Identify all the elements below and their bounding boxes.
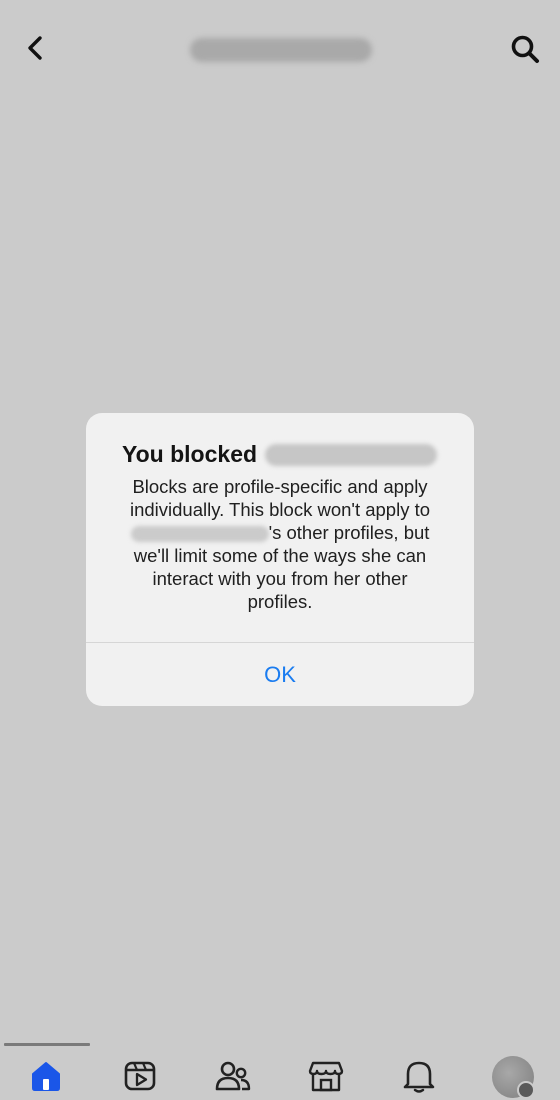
home-icon [32, 1062, 60, 1091]
dialog-title: You blocked [122, 441, 438, 468]
dialog-message-line: individually. This block won't apply to [129, 499, 431, 520]
dialog-message-line: we'll limit some of the ways she can [133, 545, 427, 566]
blocked-user-name-redacted [265, 443, 438, 466]
marketplace-icon [308, 1061, 344, 1092]
ok-button[interactable]: OK [86, 643, 474, 706]
back-button[interactable] [18, 30, 54, 66]
dialog-message: Blocks are profile-specific and apply in… [108, 475, 452, 613]
nav-notifications[interactable] [399, 1056, 439, 1096]
friends-icon [215, 1061, 251, 1091]
nav-marketplace[interactable] [306, 1056, 346, 1096]
nav-home[interactable] [26, 1056, 66, 1096]
search-icon [511, 35, 539, 63]
menu-badge-icon [517, 1081, 535, 1099]
dialog-message-line: interact with you from her other [152, 568, 408, 589]
nav-video[interactable] [120, 1056, 160, 1096]
search-button[interactable] [506, 30, 544, 68]
bell-icon [403, 1061, 435, 1093]
nav-profile-avatar[interactable] [492, 1056, 535, 1099]
video-icon [124, 1061, 156, 1091]
dialog-title-prefix: You blocked [122, 441, 258, 467]
nav-friends[interactable] [213, 1056, 253, 1096]
chevron-left-icon [28, 36, 42, 60]
dialog-message-line: 's other profiles, but [108, 521, 452, 544]
bottom-nav-bar [0, 1046, 560, 1100]
screen: You blocked Blocks are profile-specific … [0, 0, 560, 1100]
dialog-message-line-suffix: 's other profiles, but [268, 522, 430, 543]
dialog-message-line: profiles. [247, 591, 313, 612]
page-title-redacted [190, 38, 372, 62]
dialog-message-line: Blocks are profile-specific and apply [132, 476, 428, 497]
blocked-alert-dialog: You blocked Blocks are profile-specific … [86, 413, 474, 706]
redacted-name [130, 526, 269, 543]
